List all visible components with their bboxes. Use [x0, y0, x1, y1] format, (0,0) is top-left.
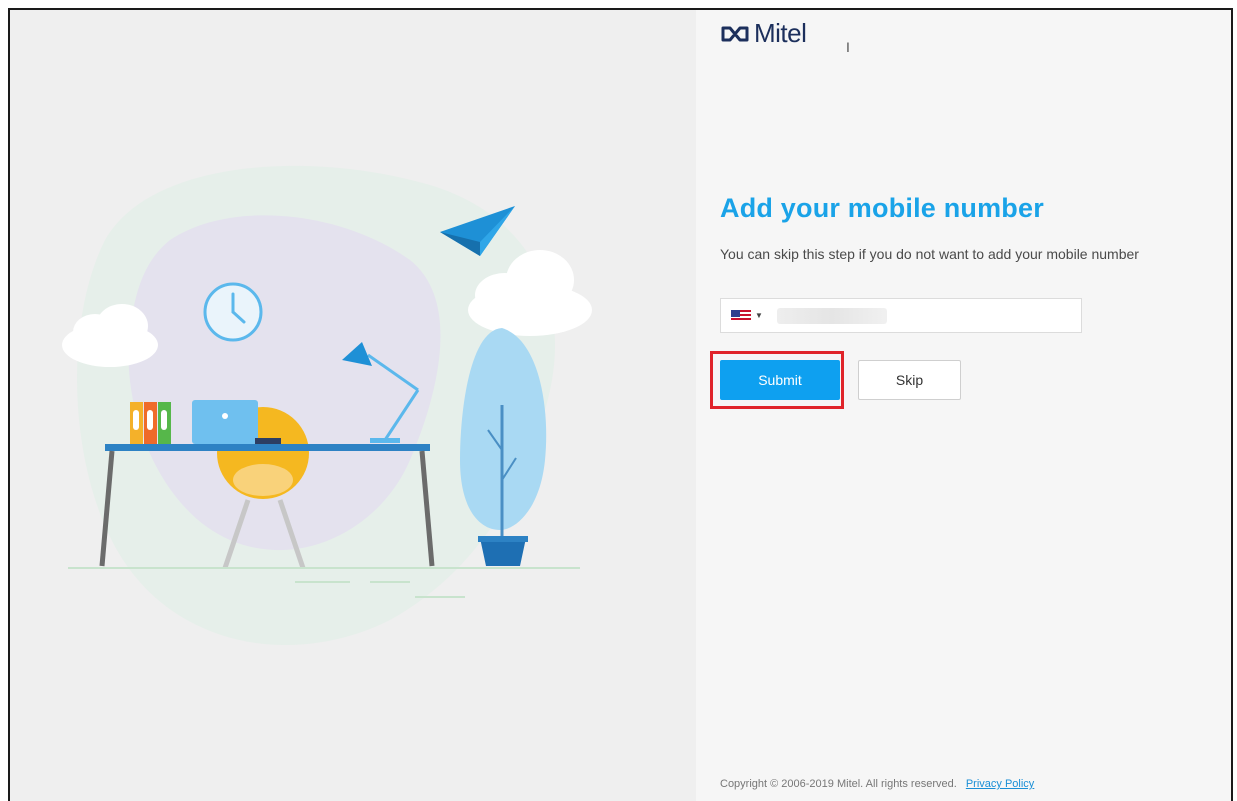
- wall-clock-icon: [203, 282, 263, 342]
- brand-name: Mitel: [754, 18, 807, 48]
- footer: Copyright © 2006-2019 Mitel. All rights …: [720, 778, 1034, 790]
- skip-button[interactable]: Skip: [858, 360, 961, 400]
- mitel-logo: Mitel: [720, 18, 807, 49]
- window-frame: Mitel Add your mobile number You can ski…: [8, 8, 1233, 801]
- page-subtitle: You can skip this step if you do not wan…: [720, 246, 1139, 262]
- mobile-number-field: ▼: [720, 298, 1082, 333]
- redacted-number: [777, 308, 887, 324]
- illustration-panel: [10, 10, 696, 801]
- submit-button[interactable]: Submit: [720, 360, 840, 400]
- us-flag-icon: [731, 309, 751, 322]
- binders-icon: [130, 402, 171, 444]
- chevron-down-icon: ▼: [755, 311, 763, 320]
- page-title: Add your mobile number: [720, 193, 1044, 223]
- country-code-dropdown[interactable]: ▼: [721, 299, 771, 332]
- mitel-loop-icon: [721, 26, 749, 41]
- workspace-illustration: [62, 165, 592, 646]
- text-cursor-icon: I: [846, 39, 850, 55]
- privacy-policy-link[interactable]: Privacy Policy: [966, 778, 1034, 790]
- login-panel: Mitel Add your mobile number You can ski…: [696, 10, 1231, 801]
- copyright-text: Copyright © 2006-2019 Mitel. All rights …: [720, 778, 957, 790]
